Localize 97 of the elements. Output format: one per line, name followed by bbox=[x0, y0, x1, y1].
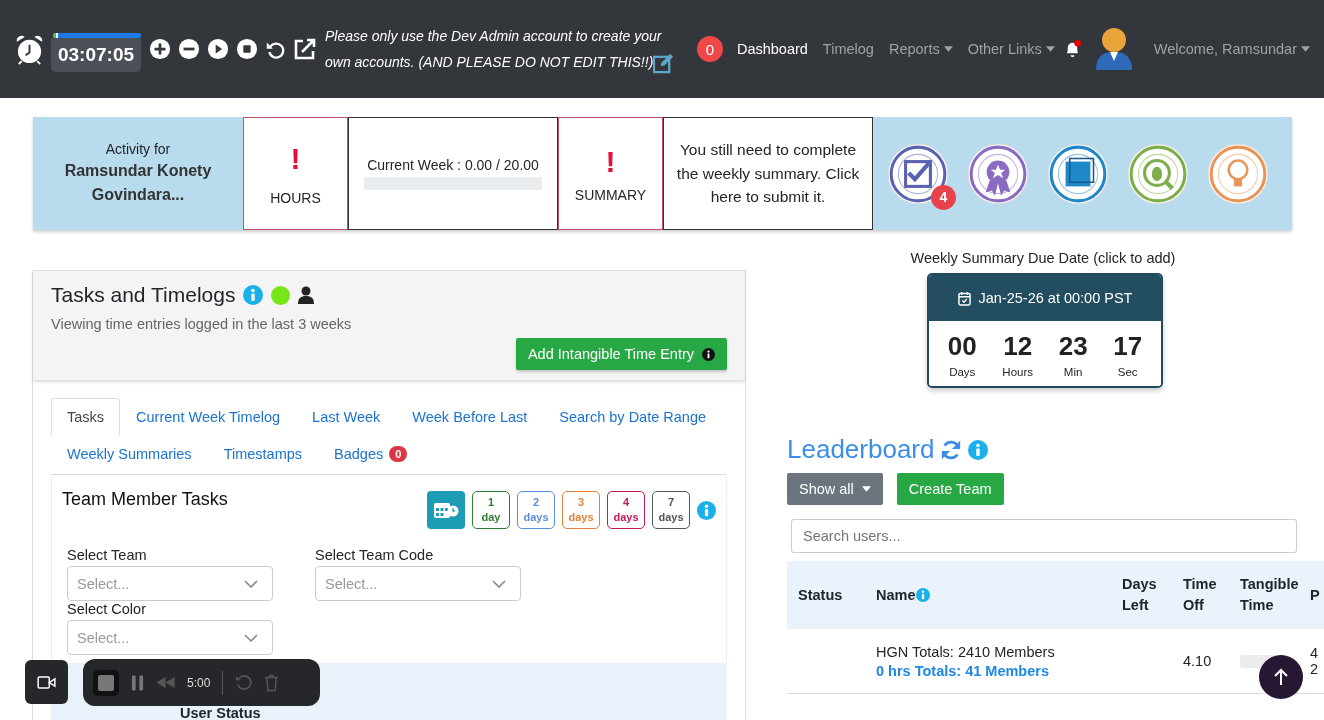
info-icon[interactable] bbox=[915, 588, 930, 602]
user-name: Ramsundar Konety Govindara... bbox=[63, 160, 213, 205]
tab[interactable]: Current Week Timelog bbox=[120, 398, 297, 435]
column-header: Time Off bbox=[1183, 576, 1217, 613]
day-filter-button[interactable]: 3 days bbox=[562, 491, 600, 529]
tab[interactable]: Timestamps bbox=[207, 435, 319, 472]
table-cell: 4.10 bbox=[1183, 653, 1212, 669]
ribbon-badge-icon[interactable] bbox=[967, 142, 1029, 205]
tab[interactable]: Badges 0 bbox=[318, 435, 424, 472]
field-label: Select Team Code bbox=[315, 547, 435, 563]
tab[interactable]: Last Week bbox=[296, 398, 397, 435]
panel-title: Tasks and Timelogs bbox=[51, 283, 236, 307]
add-time-entry-button[interactable]: Add Intangible Time Entry bbox=[515, 338, 727, 370]
tab[interactable]: Search by Date Range bbox=[543, 398, 722, 435]
countdown-unit: Days bbox=[949, 366, 976, 378]
leaderboard-title: Leaderboard bbox=[787, 434, 935, 465]
table-cell-text: 2 bbox=[1310, 661, 1320, 677]
hours-card[interactable]: ! HOURS bbox=[243, 117, 348, 230]
checkbox-badge-icon[interactable] bbox=[887, 142, 949, 205]
chevron-down-icon bbox=[244, 633, 258, 642]
field-label: Select Color bbox=[67, 601, 147, 617]
totals-link[interactable]: 0 hrs Totals: 41 Members bbox=[876, 662, 1100, 679]
recording-time: 5:00 bbox=[187, 675, 211, 690]
notification-count[interactable]: 0 bbox=[696, 36, 723, 62]
day-filter-button[interactable]: 2 days bbox=[517, 491, 555, 529]
column-header: Name bbox=[876, 584, 1100, 606]
countdown-unit: Sec bbox=[1117, 366, 1138, 378]
select-field[interactable]: Select... bbox=[67, 620, 273, 655]
calendar-button[interactable] bbox=[427, 491, 465, 529]
stop-button[interactable] bbox=[93, 669, 119, 696]
refresh-icon[interactable] bbox=[940, 438, 963, 461]
day-filter-button[interactable]: 4 days bbox=[607, 491, 645, 529]
countdown-value: 12 bbox=[1003, 331, 1033, 362]
pause-icon[interactable] bbox=[131, 674, 144, 691]
remove-icon[interactable] bbox=[178, 38, 200, 60]
countdown-unit: Min bbox=[1063, 366, 1083, 378]
arrow-up-icon bbox=[1273, 668, 1289, 686]
add-icon[interactable] bbox=[149, 38, 171, 60]
alarm-clock-icon[interactable] bbox=[14, 33, 45, 65]
user-menu[interactable]: Welcome, Ramsundar bbox=[1153, 41, 1310, 57]
user-icon[interactable] bbox=[298, 286, 315, 304]
column-header: Status bbox=[798, 586, 843, 603]
due-date-label[interactable]: Weekly Summary Due Date (click to add) bbox=[746, 250, 1324, 266]
summary-card[interactable]: ! SUMMARY bbox=[558, 117, 663, 230]
field-label: Select Team bbox=[67, 547, 148, 563]
panel-subtitle: Viewing time entries logged in the last 3 weeks bbox=[51, 316, 353, 332]
countdown-unit: Hours bbox=[1002, 366, 1034, 378]
nav-link[interactable]: Other Links bbox=[967, 41, 1055, 57]
countdown-value: 17 bbox=[1113, 331, 1143, 362]
table-cell-text: 4 bbox=[1310, 645, 1320, 661]
nav-link[interactable]: Reports bbox=[888, 41, 953, 57]
chevron-down-icon bbox=[492, 579, 506, 588]
square-badge-icon[interactable] bbox=[1047, 142, 1109, 205]
timer-display[interactable]: 03:07:05 bbox=[51, 37, 141, 72]
current-week-card[interactable]: Current Week : 0.00 / 20.00 bbox=[348, 117, 558, 230]
stop-icon[interactable] bbox=[236, 38, 258, 60]
column-header: Days Left bbox=[1122, 576, 1157, 613]
tab[interactable]: Weekly Summaries bbox=[51, 435, 208, 472]
tab[interactable]: Tasks bbox=[51, 398, 121, 435]
create-team-button[interactable]: Create Team bbox=[896, 473, 1004, 505]
nav-link[interactable]: Timelog bbox=[822, 41, 874, 57]
day-filter-button[interactable]: 1 day bbox=[472, 491, 510, 529]
select-field[interactable]: Select... bbox=[67, 566, 273, 601]
tab-count: 0 bbox=[389, 446, 408, 462]
info-icon[interactable] bbox=[243, 285, 264, 305]
caret-icon bbox=[1301, 46, 1310, 52]
info-icon[interactable] bbox=[697, 500, 716, 520]
day-filter-button[interactable]: 7 days bbox=[652, 491, 690, 529]
countdown-value: 23 bbox=[1058, 331, 1088, 362]
countdown-value: 00 bbox=[947, 331, 977, 362]
play-icon[interactable] bbox=[207, 38, 229, 60]
admin-notice: Please only use the Dev Admin account to create your own accounts. (AND PLEASE DO NOT EDIT THIS!!) bbox=[325, 23, 687, 75]
search-field[interactable]: Search users... bbox=[791, 519, 1297, 553]
calendar-check-icon bbox=[957, 290, 971, 306]
activity-label: Activity for bbox=[105, 140, 171, 157]
video-camera-icon bbox=[37, 675, 56, 689]
column-header: P bbox=[1310, 586, 1320, 603]
column-header: Tangible Time bbox=[1240, 576, 1299, 613]
table-cell-text: HGN Totals: 2410 Members bbox=[876, 643, 1056, 660]
section-title: Team Member Tasks bbox=[62, 489, 228, 510]
avatar-icon[interactable] bbox=[1093, 26, 1134, 72]
column-header: User Status bbox=[180, 706, 261, 720]
badge-count: 4 bbox=[931, 184, 956, 210]
scroll-to-top-button[interactable] bbox=[1259, 655, 1303, 699]
nav-link[interactable]: Dashboard bbox=[736, 41, 808, 57]
due-date-header[interactable]: Jan-25-26 at 00:00 PST bbox=[929, 275, 1161, 321]
caret-icon bbox=[861, 486, 871, 492]
external-link-icon[interactable] bbox=[293, 37, 317, 61]
camera-button[interactable] bbox=[25, 660, 68, 704]
chevron-down-icon bbox=[244, 579, 258, 588]
edit-icon[interactable] bbox=[653, 52, 675, 74]
select-field[interactable]: Select... bbox=[315, 566, 521, 601]
info-icon bbox=[702, 347, 715, 361]
info-icon[interactable] bbox=[968, 439, 989, 460]
show-all-dropdown[interactable]: Show all bbox=[787, 473, 883, 505]
summary-reminder[interactable]: You still need to complete the weekly summary. Click here to submit it. bbox=[663, 117, 873, 230]
tab[interactable]: Week Before Last bbox=[396, 398, 544, 435]
